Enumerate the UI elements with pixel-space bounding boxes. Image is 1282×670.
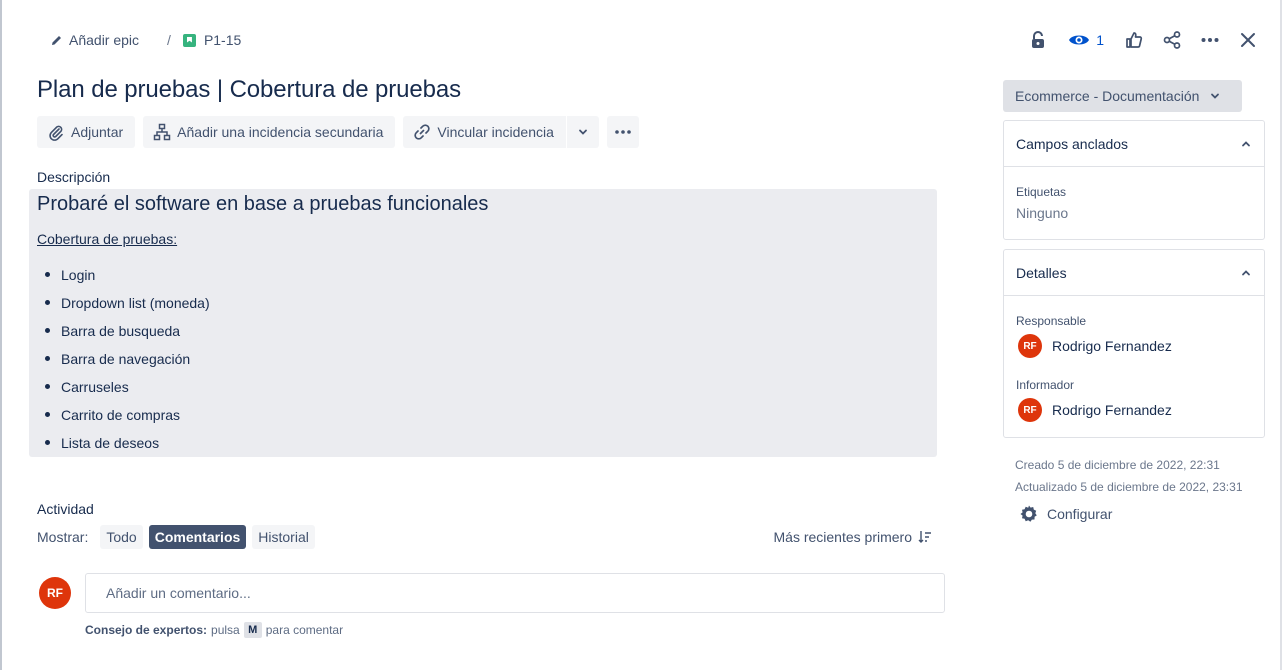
link-issue-dropdown[interactable] — [567, 116, 599, 148]
tip-title: Consejo de expertos: — [85, 623, 208, 637]
more-actions-button[interactable] — [1196, 26, 1224, 54]
updated-date: Actualizado 5 de diciembre de 2022, 23:3… — [1015, 480, 1243, 494]
assignee-label: Responsable — [1016, 314, 1087, 328]
filter-comments[interactable]: Comentarios — [148, 525, 247, 549]
comment-input[interactable]: Añadir un comentario... — [85, 573, 945, 613]
description-subheading: Cobertura de pruebas: — [37, 231, 178, 247]
add-epic-label: Añadir epic — [69, 32, 140, 48]
description-list: Login Dropdown list (moneda) Barra de bu… — [45, 265, 210, 461]
filter-history[interactable]: Historial — [252, 525, 315, 549]
attach-button[interactable]: Adjuntar — [37, 116, 136, 148]
configure-label: Configurar — [1047, 506, 1113, 522]
add-epic-link[interactable]: Añadir epic — [47, 30, 143, 50]
link-issue-group: Vincular incidencia — [403, 116, 599, 148]
pinned-fields-title: Campos anclados — [1016, 135, 1129, 152]
list-item: Lista de deseos — [45, 433, 210, 461]
chevron-up-icon — [1242, 140, 1250, 146]
link-icon — [414, 124, 431, 140]
thumbs-up-icon — [1126, 32, 1143, 48]
keyboard-key: M — [243, 622, 262, 638]
configure-button[interactable]: Configurar — [1019, 504, 1112, 524]
attach-label: Adjuntar — [71, 124, 124, 140]
list-item: Dropdown list (moneda) — [45, 293, 210, 321]
show-label: Mostrar: — [37, 529, 89, 545]
pencil-icon — [52, 36, 61, 45]
list-item: Barra de navegación — [45, 349, 210, 377]
sort-icon — [918, 531, 931, 543]
link-issue-button[interactable]: Vincular incidencia — [403, 116, 565, 148]
vote-button[interactable] — [1120, 26, 1148, 54]
chevron-down-icon — [578, 129, 587, 135]
share-icon — [1163, 31, 1181, 49]
activity-label: Actividad — [37, 501, 94, 517]
close-icon — [1241, 33, 1255, 47]
description-heading: Probaré el software en base a pruebas fu… — [37, 193, 489, 215]
description-label: Descripción — [37, 169, 111, 185]
tip-text: pulsa — [211, 623, 240, 637]
sort-label: Más recientes primero — [773, 529, 913, 545]
chevron-down-icon — [1211, 93, 1220, 99]
tip-text-end: para comentar — [265, 623, 344, 637]
list-item: Carruseles — [45, 377, 210, 405]
details-panel: Detalles Responsable RF Rodrigo Fernande… — [1003, 249, 1265, 438]
more-icon — [1201, 38, 1219, 42]
hierarchy-icon — [153, 123, 171, 141]
more-icon — [615, 130, 631, 134]
labels-field-label: Etiquetas — [1016, 185, 1067, 199]
issue-toolbar: Adjuntar Añadir una incidencia secundari… — [37, 116, 639, 148]
add-child-issue-label: Añadir una incidencia secundaria — [177, 124, 384, 140]
share-button[interactable] — [1158, 26, 1186, 54]
filter-all[interactable]: Todo — [100, 525, 143, 549]
add-child-issue-button[interactable]: Añadir una incidencia secundaria — [143, 116, 396, 148]
assignee-name: Rodrigo Fernandez — [1052, 338, 1172, 354]
status-label: Ecommerce - Documentación — [1015, 88, 1200, 104]
issue-actions: 1 — [1024, 26, 1262, 54]
list-item: Barra de busqueda — [45, 321, 210, 349]
toolbar-more-button[interactable] — [606, 116, 639, 148]
link-issue-label: Vincular incidencia — [437, 124, 554, 140]
lock-icon — [1032, 31, 1045, 48]
gear-icon — [1020, 505, 1037, 522]
paperclip-icon — [49, 125, 63, 141]
watchers-count: 1 — [1096, 32, 1104, 48]
close-button[interactable] — [1234, 26, 1262, 54]
pinned-fields-panel: Campos anclados Etiquetas Ninguno — [1003, 120, 1265, 240]
pinned-fields-header[interactable]: Campos anclados — [1004, 121, 1264, 167]
chevron-up-icon — [1242, 269, 1250, 275]
breadcrumb-separator: / — [167, 32, 171, 48]
reporter-field[interactable]: RF Rodrigo Fernandez — [1018, 398, 1264, 422]
description-field[interactable]: Probaré el software en base a pruebas fu… — [29, 189, 937, 457]
labels-field-value[interactable]: Ninguno — [1016, 205, 1264, 221]
issue-key-link[interactable]: P1-15 — [179, 30, 245, 50]
details-header[interactable]: Detalles — [1004, 250, 1264, 296]
assignee-field[interactable]: RF Rodrigo Fernandez — [1018, 334, 1264, 358]
list-item: Login — [45, 265, 210, 293]
avatar: RF — [1018, 398, 1042, 422]
issue-key: P1-15 — [203, 32, 242, 48]
issue-title[interactable]: Plan de pruebas | Cobertura de pruebas — [37, 76, 461, 104]
breadcrumb: Añadir epic / P1-15 — [47, 29, 245, 51]
eye-icon — [1069, 35, 1090, 45]
sort-button[interactable]: Más recientes primero — [774, 529, 933, 545]
watch-button[interactable]: 1 — [1062, 26, 1110, 54]
list-item: Carrito de compras — [45, 405, 210, 433]
avatar: RF — [1018, 334, 1042, 358]
status-dropdown[interactable]: Ecommerce - Documentación — [1003, 80, 1242, 112]
details-title: Detalles — [1016, 264, 1067, 281]
created-date: Creado 5 de diciembre de 2022, 22:31 — [1015, 458, 1220, 472]
reporter-label: Informador — [1016, 378, 1075, 392]
story-icon — [182, 33, 196, 47]
avatar: RF — [39, 577, 71, 609]
pro-tip: Consejo de expertos: pulsa M para coment… — [85, 622, 343, 638]
reporter-name: Rodrigo Fernandez — [1052, 402, 1172, 418]
issue-modal: Añadir epic / P1-15 1 Plan de pruebas | … — [2, 0, 1282, 670]
restrictions-button[interactable] — [1024, 26, 1052, 54]
activity-filters: Mostrar: Todo Comentarios Historial — [37, 525, 315, 549]
